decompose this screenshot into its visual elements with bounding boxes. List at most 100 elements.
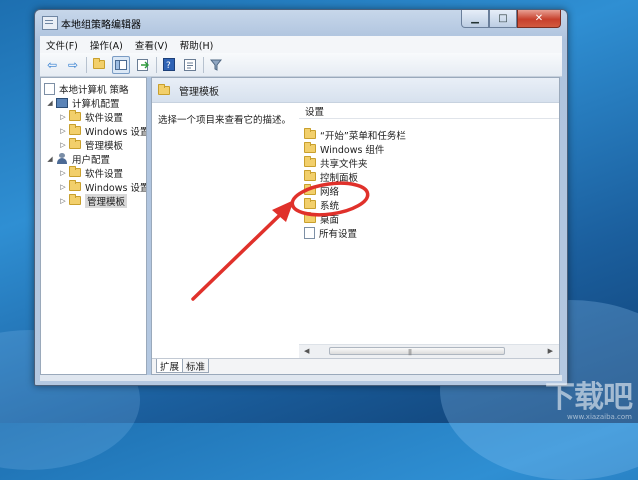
scrollbar-thumb[interactable]: |||	[329, 347, 505, 356]
app-icon	[42, 16, 58, 30]
back-button[interactable]: ⇦	[44, 57, 60, 73]
settings-list: 设置 “开始”菜单和任务栏 Windows 组件 共享文件夹 控制面板 网络 系…	[299, 103, 559, 344]
properties-icon	[184, 58, 196, 71]
folder-icon	[158, 83, 170, 95]
folder-icon	[304, 128, 316, 139]
details-header: 管理模板	[152, 78, 559, 103]
folder-icon	[304, 198, 316, 209]
list-item-label: 系统	[320, 200, 340, 212]
policy-document-icon	[44, 82, 55, 95]
list-item[interactable]: 网络	[304, 184, 339, 198]
filter-button[interactable]	[208, 57, 224, 73]
folder-icon	[69, 124, 81, 135]
expand-icon[interactable]: ▷	[59, 197, 67, 205]
tree-label-computer-config: 计算机配置	[72, 98, 120, 110]
window-title: 本地组策略编辑器	[61, 20, 141, 31]
list-item[interactable]: “开始”菜单和任务栏	[304, 128, 406, 142]
folder-icon	[304, 212, 316, 223]
console-tree: 本地计算机 策略 ◢ 计算机配置 ▷ 软件设置 ▷ Windows 设置 ▷ 管…	[40, 77, 147, 375]
close-button[interactable]: ✕	[517, 10, 561, 28]
collapse-icon[interactable]: ◢	[46, 155, 54, 163]
list-item[interactable]: 桌面	[304, 212, 340, 226]
list-item[interactable]: 共享文件夹	[304, 156, 368, 170]
list-item-system[interactable]: 系统	[304, 198, 340, 212]
export-list-icon	[137, 58, 149, 71]
menu-action[interactable]: 操作(A)	[84, 38, 129, 52]
properties-button[interactable]	[182, 57, 198, 73]
menu-bar: 文件(F) 操作(A) 查看(V) 帮助(H)	[40, 36, 562, 53]
toolbar-divider	[203, 56, 204, 73]
tree-node-software-settings-user[interactable]: ▷ 软件设置	[59, 166, 124, 180]
show-hide-tree-button[interactable]	[112, 55, 130, 74]
folder-icon	[304, 156, 316, 167]
menu-view[interactable]: 查看(V)	[129, 38, 174, 52]
toolbar-divider	[156, 56, 157, 73]
folder-icon	[69, 138, 81, 149]
expand-icon[interactable]: ▷	[59, 169, 67, 177]
folder-icon	[304, 170, 316, 181]
minimize-icon: ▁	[471, 13, 479, 24]
tree-node-windows-settings-computer[interactable]: ▷ Windows 设置	[59, 124, 146, 138]
back-icon: ⇦	[46, 57, 58, 72]
tree-node-user-config[interactable]: ◢ 用户配置	[46, 152, 111, 166]
title-bar[interactable]: 本地组策略编辑器 ▁ □ ✕	[35, 10, 567, 36]
list-item-label: 控制面板	[320, 172, 359, 184]
list-item[interactable]: 所有设置	[304, 226, 358, 240]
menu-file[interactable]: 文件(F)	[40, 38, 84, 52]
list-item-label: 所有设置	[319, 228, 358, 240]
tree-label: 管理模板	[85, 140, 124, 152]
expand-icon[interactable]: ▷	[59, 141, 67, 149]
tab-standard-label: 标准	[186, 361, 206, 373]
tree-node-root[interactable]: 本地计算机 策略	[44, 82, 129, 96]
tab-standard[interactable]: 标准	[182, 359, 210, 373]
folder-icon	[69, 194, 81, 205]
scroll-right-icon[interactable]: ▶	[548, 347, 553, 355]
svg-text:?: ?	[166, 61, 171, 71]
tree-label-user-config: 用户配置	[72, 154, 111, 166]
list-item-label: Windows 组件	[320, 144, 385, 156]
horizontal-scrollbar[interactable]: ◀ ||| ▶	[299, 344, 559, 358]
tree-label: 软件设置	[85, 112, 124, 124]
watermark-text: 下载吧	[545, 380, 633, 415]
list-item[interactable]: 控制面板	[304, 170, 359, 184]
help-icon: ?	[163, 58, 175, 71]
tree-label: Windows 设置	[85, 182, 147, 194]
maximize-button[interactable]: □	[489, 10, 517, 28]
up-folder-icon	[93, 58, 105, 69]
expand-icon[interactable]: ▷	[59, 127, 67, 135]
expand-icon[interactable]: ▷	[59, 183, 67, 191]
help-button[interactable]: ?	[161, 57, 177, 73]
column-header-setting[interactable]: 设置	[299, 103, 559, 119]
tree-node-admin-templates-user[interactable]: ▷ 管理模板	[59, 193, 128, 208]
all-settings-icon	[304, 226, 315, 239]
export-list-button[interactable]	[135, 57, 151, 73]
minimize-button[interactable]: ▁	[461, 10, 489, 28]
tree-node-computer-config[interactable]: ◢ 计算机配置	[46, 96, 120, 110]
forward-button[interactable]: ⇨	[65, 57, 81, 73]
forward-icon: ⇨	[67, 57, 79, 72]
toolbar-divider	[86, 56, 87, 73]
tree-node-admin-templates-computer[interactable]: ▷ 管理模板	[59, 138, 124, 152]
scroll-left-icon[interactable]: ◀	[304, 347, 309, 355]
up-folder-button[interactable]	[91, 57, 107, 73]
tab-extended[interactable]: 扩展	[156, 359, 184, 373]
tree-node-software-settings-computer[interactable]: ▷ 软件设置	[59, 110, 124, 124]
expand-icon[interactable]: ▷	[59, 113, 67, 121]
list-item-label: “开始”菜单和任务栏	[320, 130, 406, 142]
tree-label: 软件设置	[85, 168, 124, 180]
list-item[interactable]: Windows 组件	[304, 142, 385, 156]
folder-icon	[304, 184, 316, 195]
list-item-label: 桌面	[320, 214, 340, 226]
list-item-label: 共享文件夹	[320, 158, 368, 170]
menu-help[interactable]: 帮助(H)	[174, 38, 220, 52]
status-bar	[40, 375, 562, 381]
show-hide-tree-icon	[115, 59, 127, 70]
tree-label-root: 本地计算机 策略	[59, 84, 129, 96]
collapse-icon[interactable]: ◢	[46, 99, 54, 107]
maximize-icon: □	[498, 13, 508, 24]
tree-node-windows-settings-user[interactable]: ▷ Windows 设置	[59, 180, 147, 194]
computer-icon	[56, 97, 68, 108]
folder-icon	[69, 110, 81, 121]
tab-extended-label: 扩展	[160, 361, 180, 373]
tree-label-selected: 管理模板	[85, 193, 128, 208]
